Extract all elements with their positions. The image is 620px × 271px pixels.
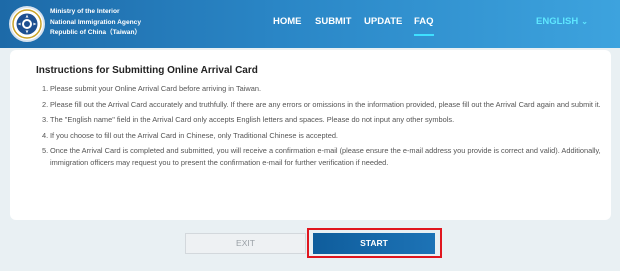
agency-name: Ministry of the Interior National Immigr… (50, 7, 141, 39)
language-label: ENGLISH (536, 16, 579, 27)
list-item: 2. Please fill out the Arrival Card accu… (42, 99, 602, 111)
nav-submit[interactable]: SUBMIT (315, 0, 351, 48)
instructions-card: Instructions for Submitting Online Arriv… (10, 50, 611, 220)
list-item: 5. Once the Arrival Card is completed an… (42, 145, 602, 168)
list-item-text: Once the Arrival Card is completed and s… (50, 146, 601, 167)
chevron-down-icon: ⌄ (581, 17, 588, 26)
list-item-number: 3. (42, 115, 49, 125)
nav-update[interactable]: UPDATE (364, 0, 402, 48)
language-selector[interactable]: ENGLISH ⌄ (536, 0, 588, 48)
list-item-number: 1. (42, 84, 49, 93)
nav-faq[interactable]: FAQ (414, 0, 434, 48)
nav-home[interactable]: HOME (273, 0, 302, 48)
list-item-text: The "English name" field in the Arrival … (50, 115, 455, 125)
list-item: 3. The "English name" field in the Arriv… (42, 114, 602, 126)
list-item-text: Please fill out the Arrival Card accurat… (50, 99, 601, 109)
list-item: 1. Please submit your Online Arrival Car… (42, 83, 602, 95)
agency-emblem-icon[interactable] (9, 6, 45, 42)
exit-button[interactable]: EXIT (185, 233, 306, 254)
list-item-text: Please submit your Online Arrival Card b… (50, 84, 262, 93)
agency-name-line: Republic of China（Taiwan） (50, 29, 142, 36)
list-item-number: 2. (42, 99, 49, 109)
list-item-number: 4. (42, 130, 49, 140)
list-item-number: 5. (42, 146, 49, 156)
list-item: 4. If you choose to fill out the Arrival… (42, 130, 602, 142)
top-header: Ministry of the Interior National Immigr… (0, 0, 620, 48)
start-button[interactable]: START (313, 233, 435, 254)
agency-name-line: National Immigration Agency (50, 18, 141, 26)
list-item-text: If you choose to fill out the Arrival Ca… (50, 130, 338, 140)
instructions-title: Instructions for Submitting Online Arriv… (36, 65, 258, 76)
instructions-list: 1. Please submit your Online Arrival Car… (42, 83, 602, 173)
agency-name-line: Ministry of the Interior (50, 8, 120, 15)
